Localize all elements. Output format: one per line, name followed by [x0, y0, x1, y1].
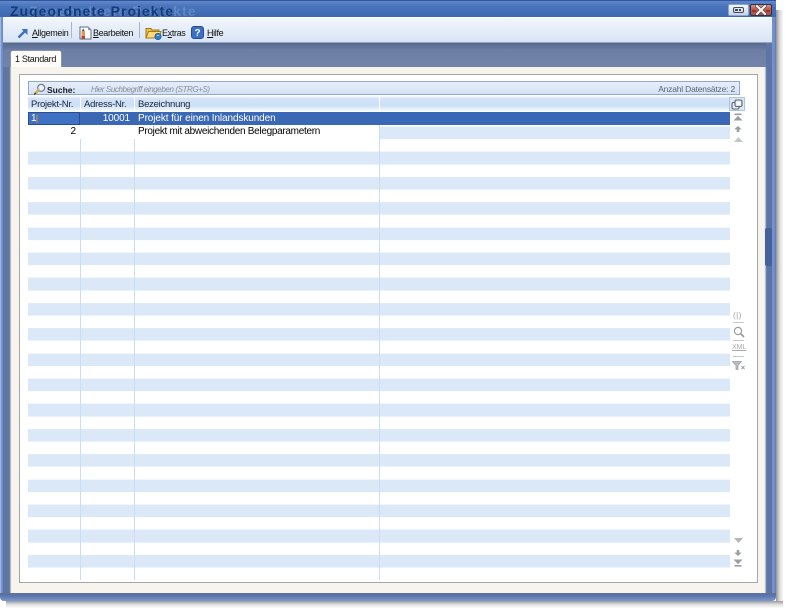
svg-text:?: ? [194, 28, 200, 39]
